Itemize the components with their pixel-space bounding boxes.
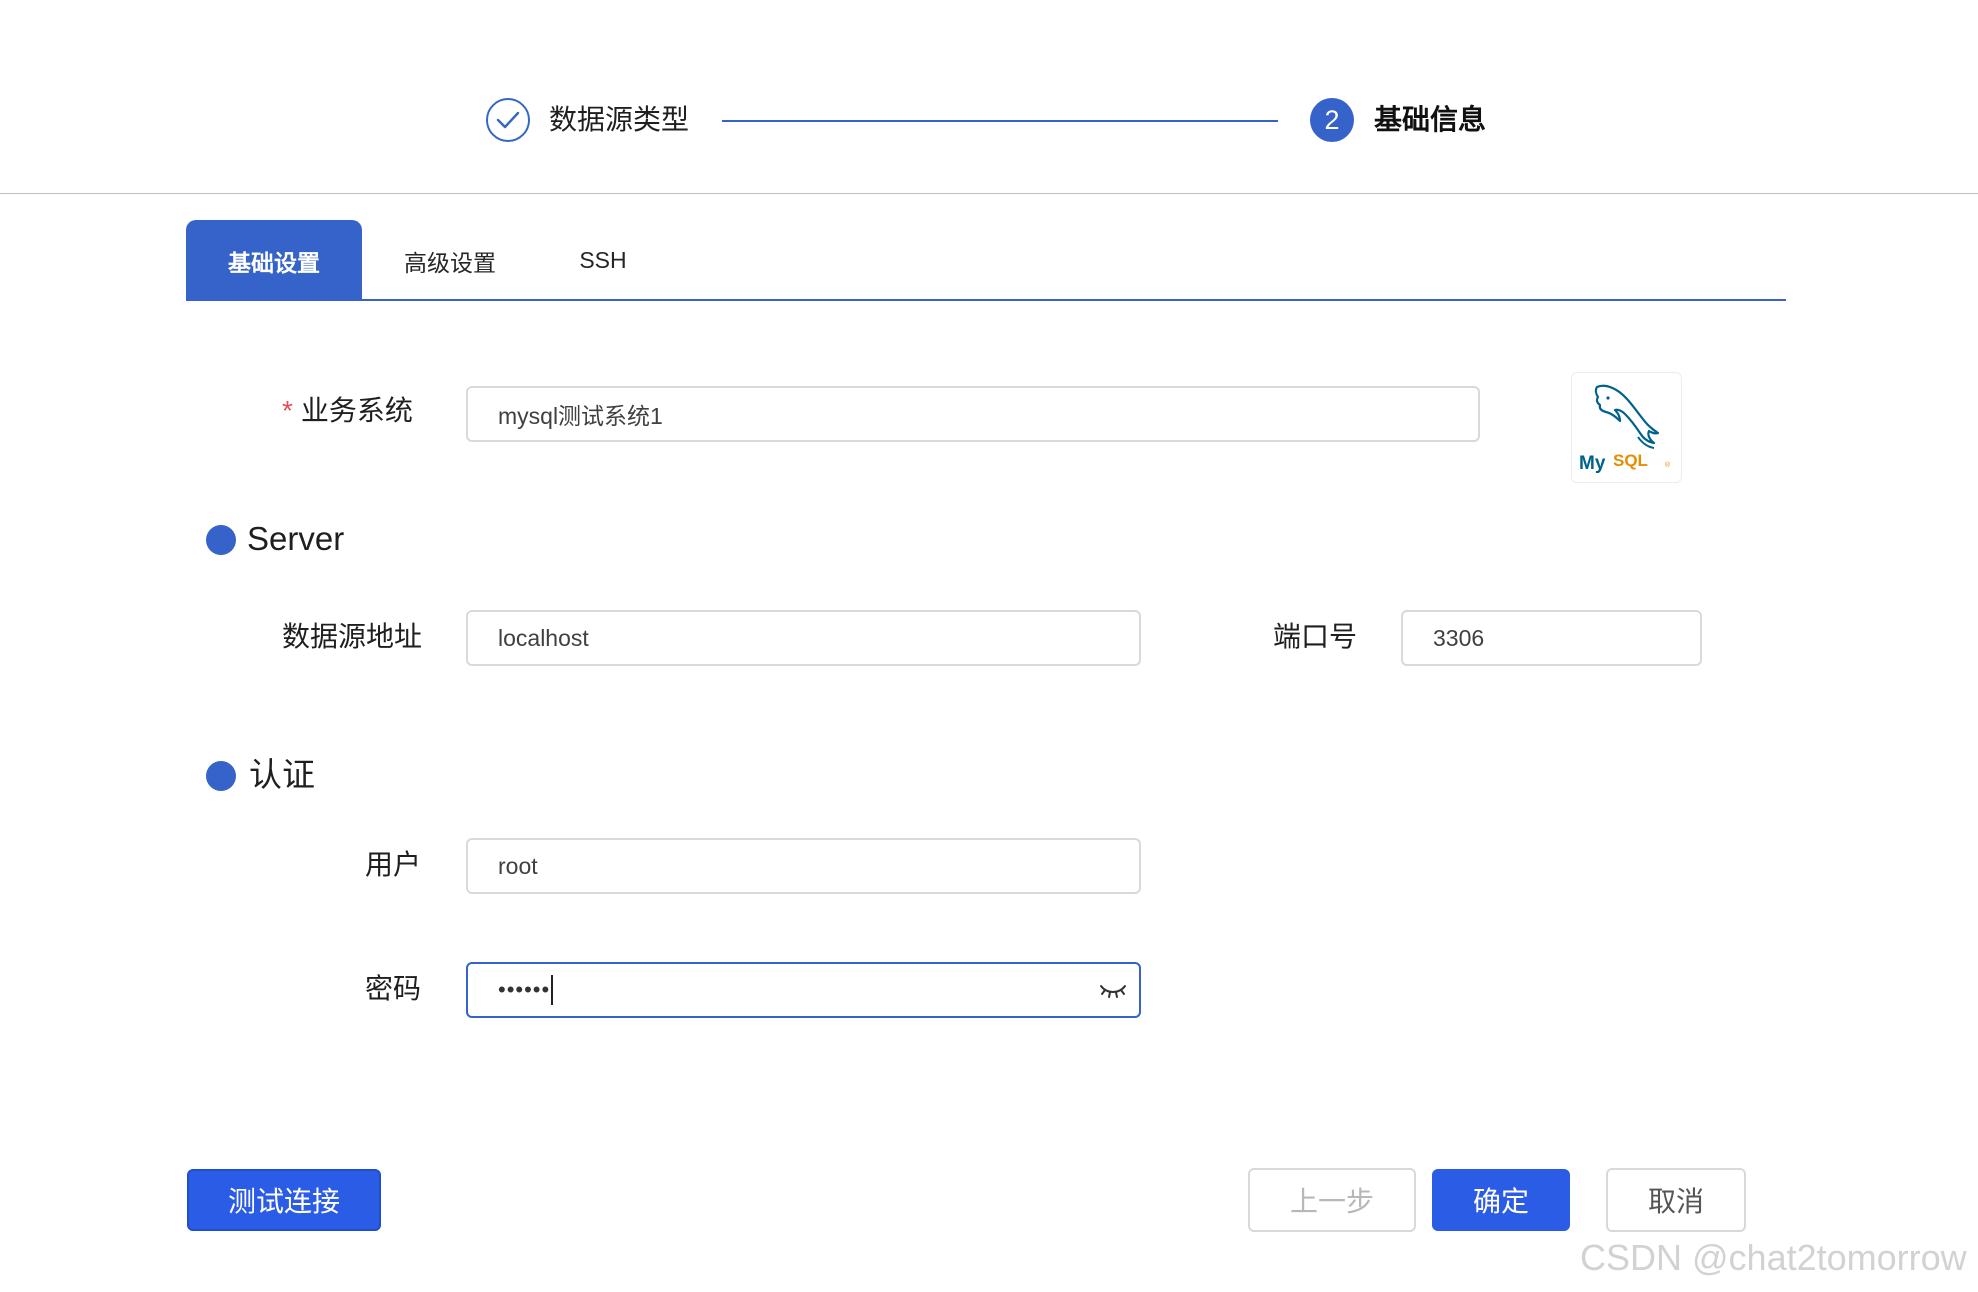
tab-basic-settings[interactable]: 基础设置 [186,220,362,301]
eye-closed-icon[interactable] [1099,978,1127,1002]
tab-ssh[interactable]: SSH [548,220,658,301]
tab-advanced-settings[interactable]: 高级设置 [380,220,520,301]
business-system-label: * 业务系统 [282,393,413,429]
watermark: CSDN @chat2tomorrow [1580,1237,1967,1278]
user-value: root [498,852,538,879]
cancel-button[interactable]: 取消 [1606,1168,1746,1232]
mysql-logo: My SQL ® [1571,372,1682,483]
host-value: localhost [498,624,589,651]
step-1-check-icon [486,98,530,142]
step-connector-line [722,120,1278,122]
business-system-value: mysql测试系统1 [498,403,663,429]
password-label: 密码 [365,973,422,1004]
required-mark: * [282,395,293,426]
business-system-label-text: 业务系统 [300,395,413,426]
server-section-title: Server [247,520,345,557]
mysql-dolphin-icon: My SQL ® [1579,384,1671,474]
header-divider [0,193,1978,194]
port-input[interactable]: 3306 [1401,610,1702,666]
port-value: 3306 [1433,624,1485,651]
step-2-number: 2 [1310,98,1354,142]
logo-text-sql: SQL [1613,451,1648,470]
server-section-dot [206,525,236,555]
step-1-label: 数据源类型 [549,104,690,135]
port-label: 端口号 [1273,621,1358,652]
text-caret [551,975,554,1005]
tab-underline [186,299,1786,301]
test-connection-button[interactable]: 测试连接 [187,1169,381,1231]
password-masked-value: •••••• [498,977,551,1002]
step-2-label: 基础信息 [1374,104,1487,135]
business-system-input[interactable]: mysql测试系统1 [466,386,1480,442]
host-label: 数据源地址 [282,621,423,652]
logo-text-my: My [1579,453,1606,474]
password-input[interactable]: •••••• [466,962,1141,1018]
previous-step-button[interactable]: 上一步 [1248,1168,1416,1232]
user-input[interactable]: root [466,838,1141,894]
host-input[interactable]: localhost [466,610,1141,666]
auth-section-dot [206,761,236,791]
auth-section-title: 认证 [249,756,315,793]
user-label: 用户 [365,849,422,880]
confirm-button[interactable]: 确定 [1432,1169,1570,1231]
logo-text-tm: ® [1665,461,1671,469]
